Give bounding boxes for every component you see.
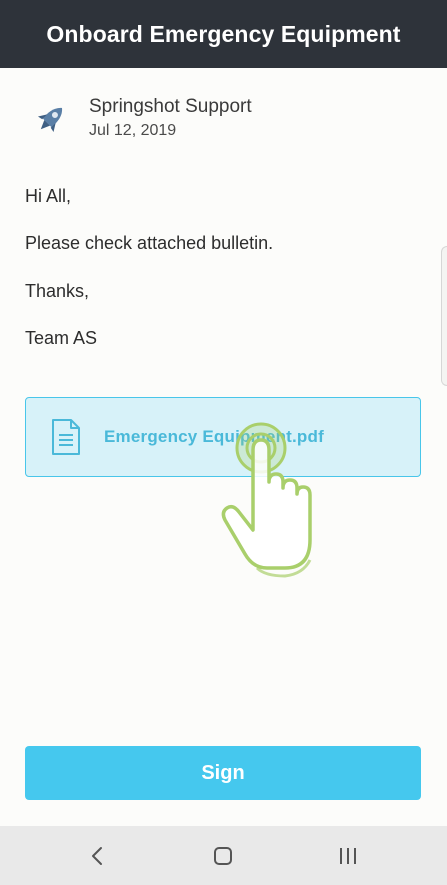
recents-icon[interactable] [335,843,361,869]
system-nav-bar [0,826,447,885]
page-title: Onboard Emergency Equipment [46,20,401,47]
rocket-icon [37,107,63,133]
message-line: Team AS [25,328,98,348]
home-icon[interactable] [210,843,236,869]
app-header: Onboard Emergency Equipment [0,0,447,68]
scroll-indicator[interactable] [441,246,447,386]
message-date: Jul 12, 2019 [89,122,177,139]
document-icon [52,419,80,455]
sign-button[interactable]: Sign [25,746,421,800]
message-line: Thanks, [25,281,90,301]
message-line: Hi All, [25,186,72,206]
message-line: Please check attached bulletin. [25,233,274,253]
message-sender: Springshot Support Jul 12, 2019 [0,90,447,150]
back-icon[interactable] [85,843,111,869]
sender-name: Springshot Support [89,96,252,117]
tap-hand-icon [221,422,312,578]
